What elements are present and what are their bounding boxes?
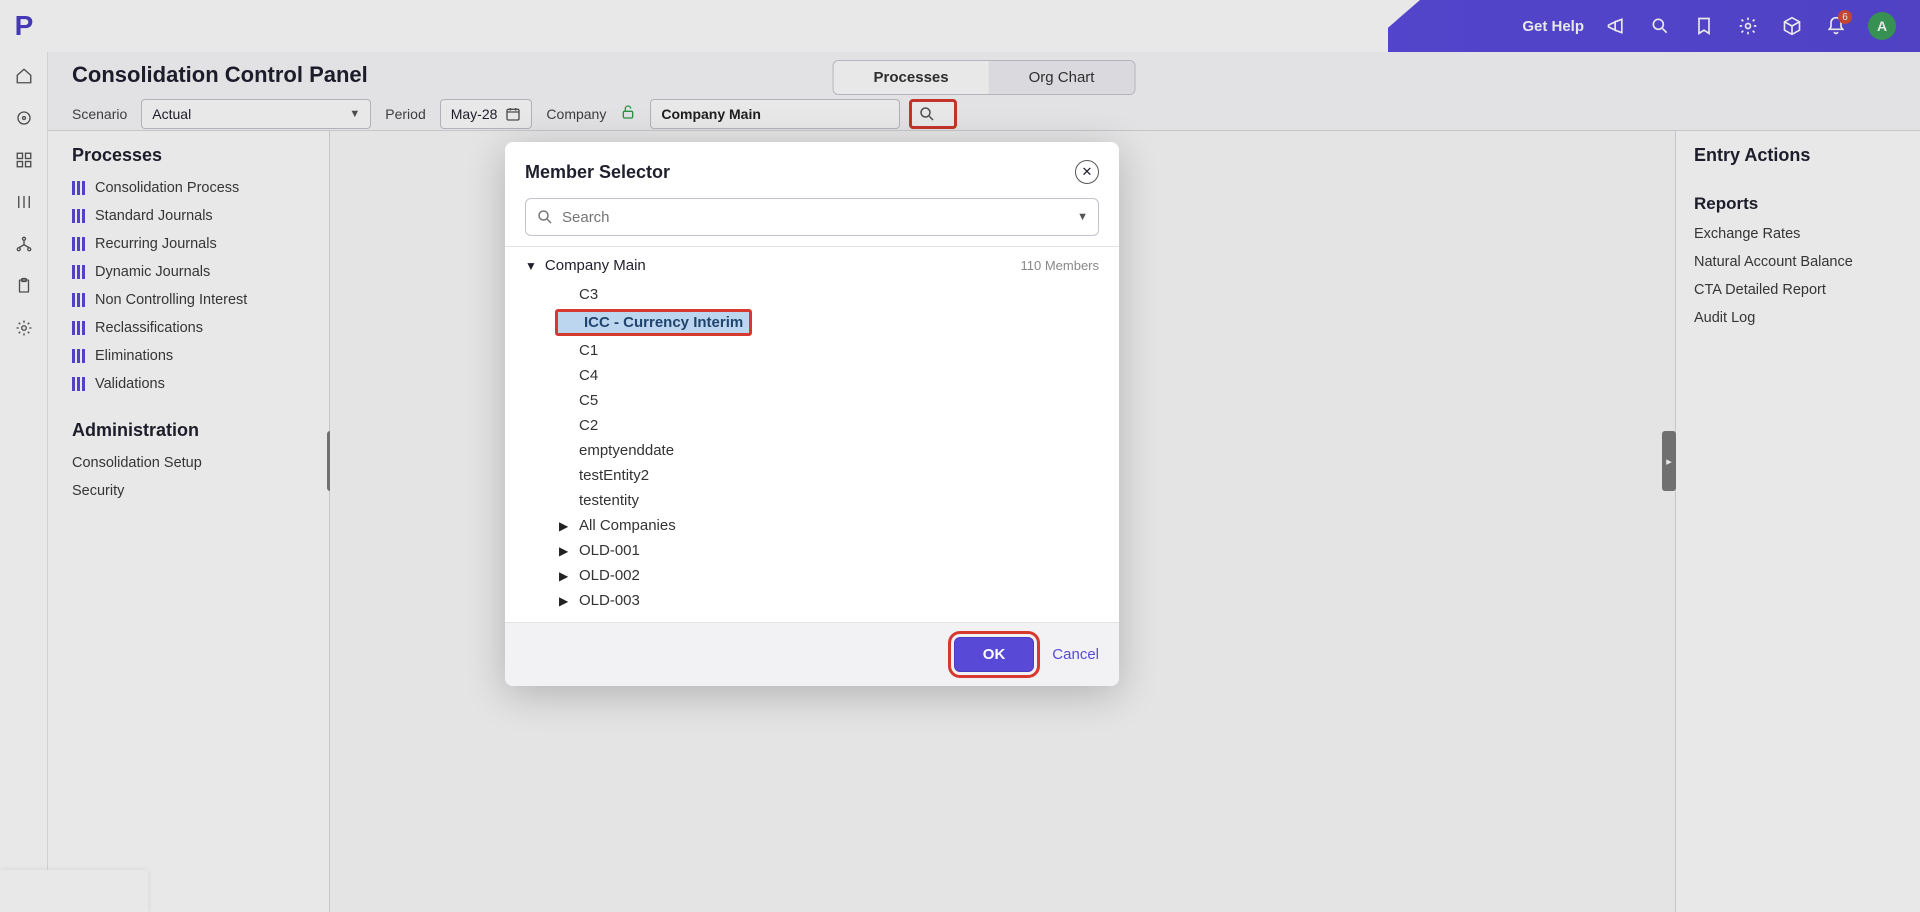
chevron-down-icon: ▼ [525,259,537,273]
cancel-button[interactable]: Cancel [1052,637,1099,672]
tree-item-label: testentity [579,492,639,509]
tree-item-label: C1 [579,342,598,359]
tree-item-label: C3 [579,286,598,303]
member-count: 110 Members [1020,258,1099,273]
tree-item[interactable]: emptyenddate [555,438,1099,463]
ok-button[interactable]: OK [954,637,1035,672]
modal-title: Member Selector [525,162,670,183]
tree-root-label: Company Main [545,257,646,274]
expand-icon: ▶ [559,544,571,558]
tree-item-label: C4 [579,367,598,384]
member-search-box[interactable]: ▼ [525,198,1099,236]
expand-icon: ▶ [559,569,571,583]
tree-item-label: testEntity2 [579,467,649,484]
tree-item[interactable]: testentity [555,488,1099,513]
member-selector-modal: Member Selector ✕ ▼ ▼ Company Main 110 M… [505,142,1119,686]
tree-item-label: emptyenddate [579,442,674,459]
tree-item[interactable]: testEntity2 [555,463,1099,488]
chevron-down-icon[interactable]: ▼ [1077,211,1088,223]
tree-item[interactable]: C1 [555,338,1099,363]
tree-item[interactable]: ICC - Currency Interim [555,309,752,336]
tree-item-label: OLD-001 [579,542,640,559]
tree-root[interactable]: ▼ Company Main 110 Members [525,249,1099,282]
expand-icon: ▶ [559,519,571,533]
tree-item-label: All Companies [579,517,676,534]
tree-item[interactable]: C4 [555,363,1099,388]
tree-item-label: ICC - Currency Interim [584,314,743,331]
expand-icon: ▶ [559,594,571,608]
search-icon [536,208,554,226]
close-icon[interactable]: ✕ [1075,160,1099,184]
member-search-input[interactable] [562,209,1069,226]
tree-item[interactable]: ▶ OLD-001 [555,538,1099,563]
tree-item[interactable]: ▶ All Companies [555,513,1099,538]
tree-item[interactable]: C5 [555,388,1099,413]
tree-item-label: C5 [579,392,598,409]
tree-item[interactable]: C2 [555,413,1099,438]
tree-item[interactable]: C3 [555,282,1099,307]
tree-item-label: OLD-003 [579,592,640,609]
tree-item-label: C2 [579,417,598,434]
tree-item[interactable]: ▶ OLD-003 [555,588,1099,612]
tree-item[interactable]: ▶ OLD-002 [555,563,1099,588]
tree-item-label: OLD-002 [579,567,640,584]
